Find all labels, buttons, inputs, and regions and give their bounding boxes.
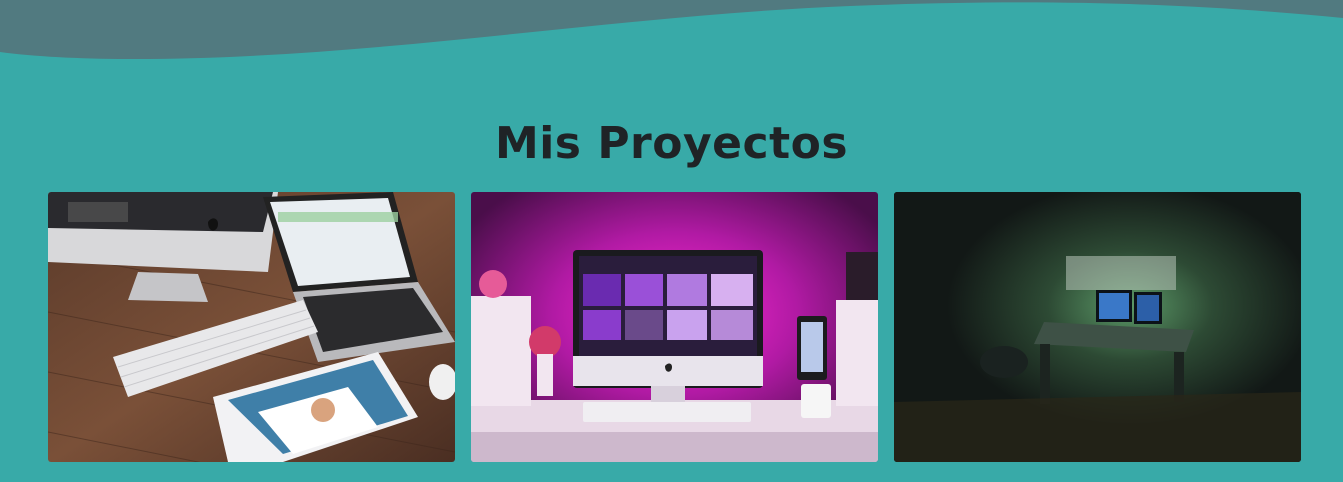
project-card-3[interactable] [894,192,1301,462]
header-wave [0,0,1343,60]
project-image-pink-setup [471,192,878,462]
project-card-1[interactable] [48,192,455,462]
project-image-dark-workstation [894,192,1301,462]
project-card-2[interactable] [471,192,878,462]
project-image-desk-devices [48,192,455,462]
section-title: Mis Proyectos [494,118,849,169]
